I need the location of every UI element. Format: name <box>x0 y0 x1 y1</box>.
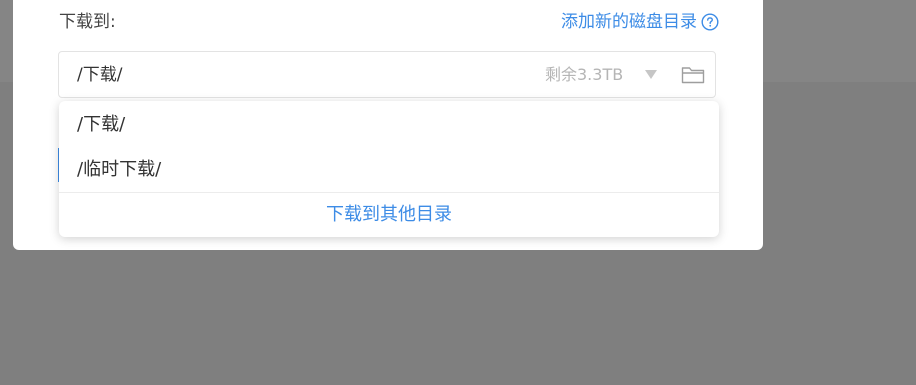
dropdown-divider <box>59 192 719 193</box>
download-to-label: 下载到: <box>59 12 116 32</box>
question-circle-icon[interactable] <box>701 13 719 31</box>
add-new-disk-directory-link[interactable]: 添加新的磁盘目录 <box>561 11 719 33</box>
dropdown-item-download[interactable]: /下载/ <box>77 113 125 137</box>
caret-down-icon[interactable] <box>645 70 657 79</box>
selected-directory: /下载/ <box>77 65 123 85</box>
free-space-indicator: 剩余3.3TB <box>545 65 624 84</box>
download-to-other-directory-button[interactable]: 下载到其他目录 <box>59 203 719 227</box>
directory-dropdown-menu: /下载/ /临时下载/ 下载到其他目录 <box>59 101 719 237</box>
dropdown-item-temp-download[interactable]: /临时下载/ <box>77 158 161 182</box>
folder-icon[interactable] <box>681 65 705 85</box>
download-directory-select[interactable]: /下载/ 剩余3.3TB <box>58 51 716 98</box>
add-dir-link-label: 添加新的磁盘目录 <box>561 12 697 32</box>
